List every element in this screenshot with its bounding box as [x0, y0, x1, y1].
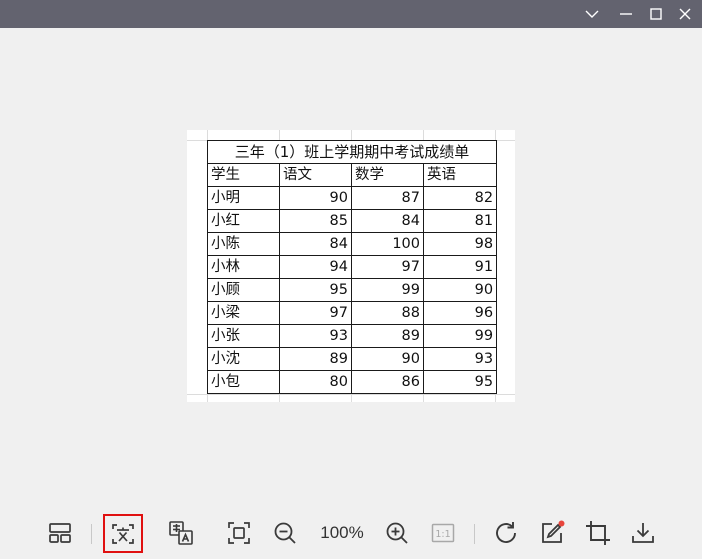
score-cell: 97: [279, 301, 352, 325]
score-cell: 88: [351, 301, 424, 325]
title-bar: [0, 0, 702, 28]
text-recognition-icon: [112, 523, 134, 544]
zoom-out-button[interactable]: [268, 516, 302, 550]
image-preview[interactable]: 三年（1）班上学期期中考试成绩单 学生 语文 数学 英语 小明 90 87 82 小红 85 84 81…: [187, 130, 515, 402]
score-cell: 99: [351, 278, 424, 302]
minimize-icon: [620, 13, 632, 15]
fit-screen-button[interactable]: [222, 516, 256, 550]
viewer-toolbar: 100% 1:1: [0, 510, 702, 556]
score-table: 三年（1）班上学期期中考试成绩单 学生 语文 数学 英语 小明 90 87 82 小红 85 84 81…: [206, 140, 498, 394]
table-row: 小包 80 86 95: [207, 370, 498, 394]
score-cell: 90: [279, 186, 352, 210]
edit-button[interactable]: [535, 516, 569, 550]
score-cell: 93: [279, 324, 352, 348]
score-cell: 90: [422, 278, 498, 302]
score-cell: 98: [422, 232, 498, 256]
table-row: 小梁 97 88 96: [207, 301, 498, 325]
table-row: 小顾 95 99 90: [207, 278, 498, 302]
column-header: 语文: [279, 163, 352, 187]
score-cell: 96: [422, 301, 498, 325]
actual-size-button: 1:1: [426, 516, 460, 550]
score-cell: 93: [422, 347, 498, 371]
score-cell: 99: [422, 324, 498, 348]
maximize-button[interactable]: [641, 0, 671, 28]
table-row: 小陈 84 100 98: [207, 232, 498, 256]
notification-dot: [558, 520, 565, 527]
maximize-icon: [650, 8, 662, 20]
minimize-button[interactable]: [611, 0, 641, 28]
student-name-cell: 小张: [207, 324, 280, 348]
student-name-cell: 小陈: [207, 232, 280, 256]
table-row: 小沈 89 90 93: [207, 347, 498, 371]
zoom-out-icon: [274, 522, 296, 544]
score-cell: 89: [351, 324, 424, 348]
table-row: 小明 90 87 82: [207, 186, 498, 210]
student-name-cell: 小梁: [207, 301, 280, 325]
student-name-cell: 小林: [207, 255, 280, 279]
table-header-row: 学生 语文 数学 英语: [207, 163, 498, 187]
score-cell: 95: [279, 278, 352, 302]
actual-size-icon: 1:1: [431, 523, 455, 543]
zoom-level[interactable]: 100%: [314, 523, 370, 543]
score-cell: 89: [279, 347, 352, 371]
score-cell: 85: [279, 209, 352, 233]
close-button[interactable]: [670, 0, 700, 28]
crop-icon: [586, 521, 610, 545]
close-icon: [679, 8, 691, 20]
crop-button[interactable]: [581, 516, 615, 550]
score-cell: 82: [422, 186, 498, 210]
column-header: 学生: [207, 163, 280, 187]
table-row: 小红 85 84 81: [207, 209, 498, 233]
score-cell: 94: [279, 255, 352, 279]
score-cell: 87: [351, 186, 424, 210]
table-title-row: 三年（1）班上学期期中考试成绩单: [206, 140, 498, 164]
text-recognition-button[interactable]: [103, 514, 143, 553]
download-icon: [632, 523, 654, 543]
toolbar-separator: [474, 524, 475, 544]
student-name-cell: 小顾: [207, 278, 280, 302]
student-name-cell: 小明: [207, 186, 280, 210]
score-cell: 100: [351, 232, 424, 256]
translate-button[interactable]: [164, 516, 198, 550]
score-table-body: 三年（1）班上学期期中考试成绩单 学生 语文 数学 英语 小明 90 87 82 小红 85 84 81…: [206, 140, 498, 394]
zoom-in-icon: [386, 522, 408, 544]
column-header: 英语: [422, 163, 498, 187]
edit-icon: [542, 520, 565, 543]
score-cell: 97: [351, 255, 424, 279]
translate-icon: [169, 521, 193, 545]
rotate-button[interactable]: [489, 516, 523, 550]
score-cell: 80: [279, 370, 352, 394]
chevron-down-icon: [585, 10, 599, 18]
actual-size-label: 1:1: [435, 529, 450, 540]
toolbar-separator: [91, 524, 92, 544]
student-name-cell: 小包: [207, 370, 280, 394]
download-button[interactable]: [626, 516, 660, 550]
fit-screen-icon: [228, 522, 250, 544]
score-cell: 84: [351, 209, 424, 233]
column-header: 数学: [351, 163, 424, 187]
score-cell: 86: [351, 370, 424, 394]
layout-button[interactable]: [43, 516, 77, 550]
layout-icon: [49, 523, 71, 543]
student-name-cell: 小红: [207, 209, 280, 233]
collapse-button[interactable]: [577, 0, 607, 28]
rotate-icon: [496, 522, 516, 543]
score-cell: 84: [279, 232, 352, 256]
table-row: 小张 93 89 99: [207, 324, 498, 348]
score-cell: 95: [422, 370, 498, 394]
table-row: 小林 94 97 91: [207, 255, 498, 279]
score-cell: 91: [422, 255, 498, 279]
score-cell: 90: [351, 347, 424, 371]
score-cell: 81: [422, 209, 498, 233]
table-title: 三年（1）班上学期期中考试成绩单: [206, 140, 498, 164]
zoom-in-button[interactable]: [380, 516, 414, 550]
student-name-cell: 小沈: [207, 347, 280, 371]
